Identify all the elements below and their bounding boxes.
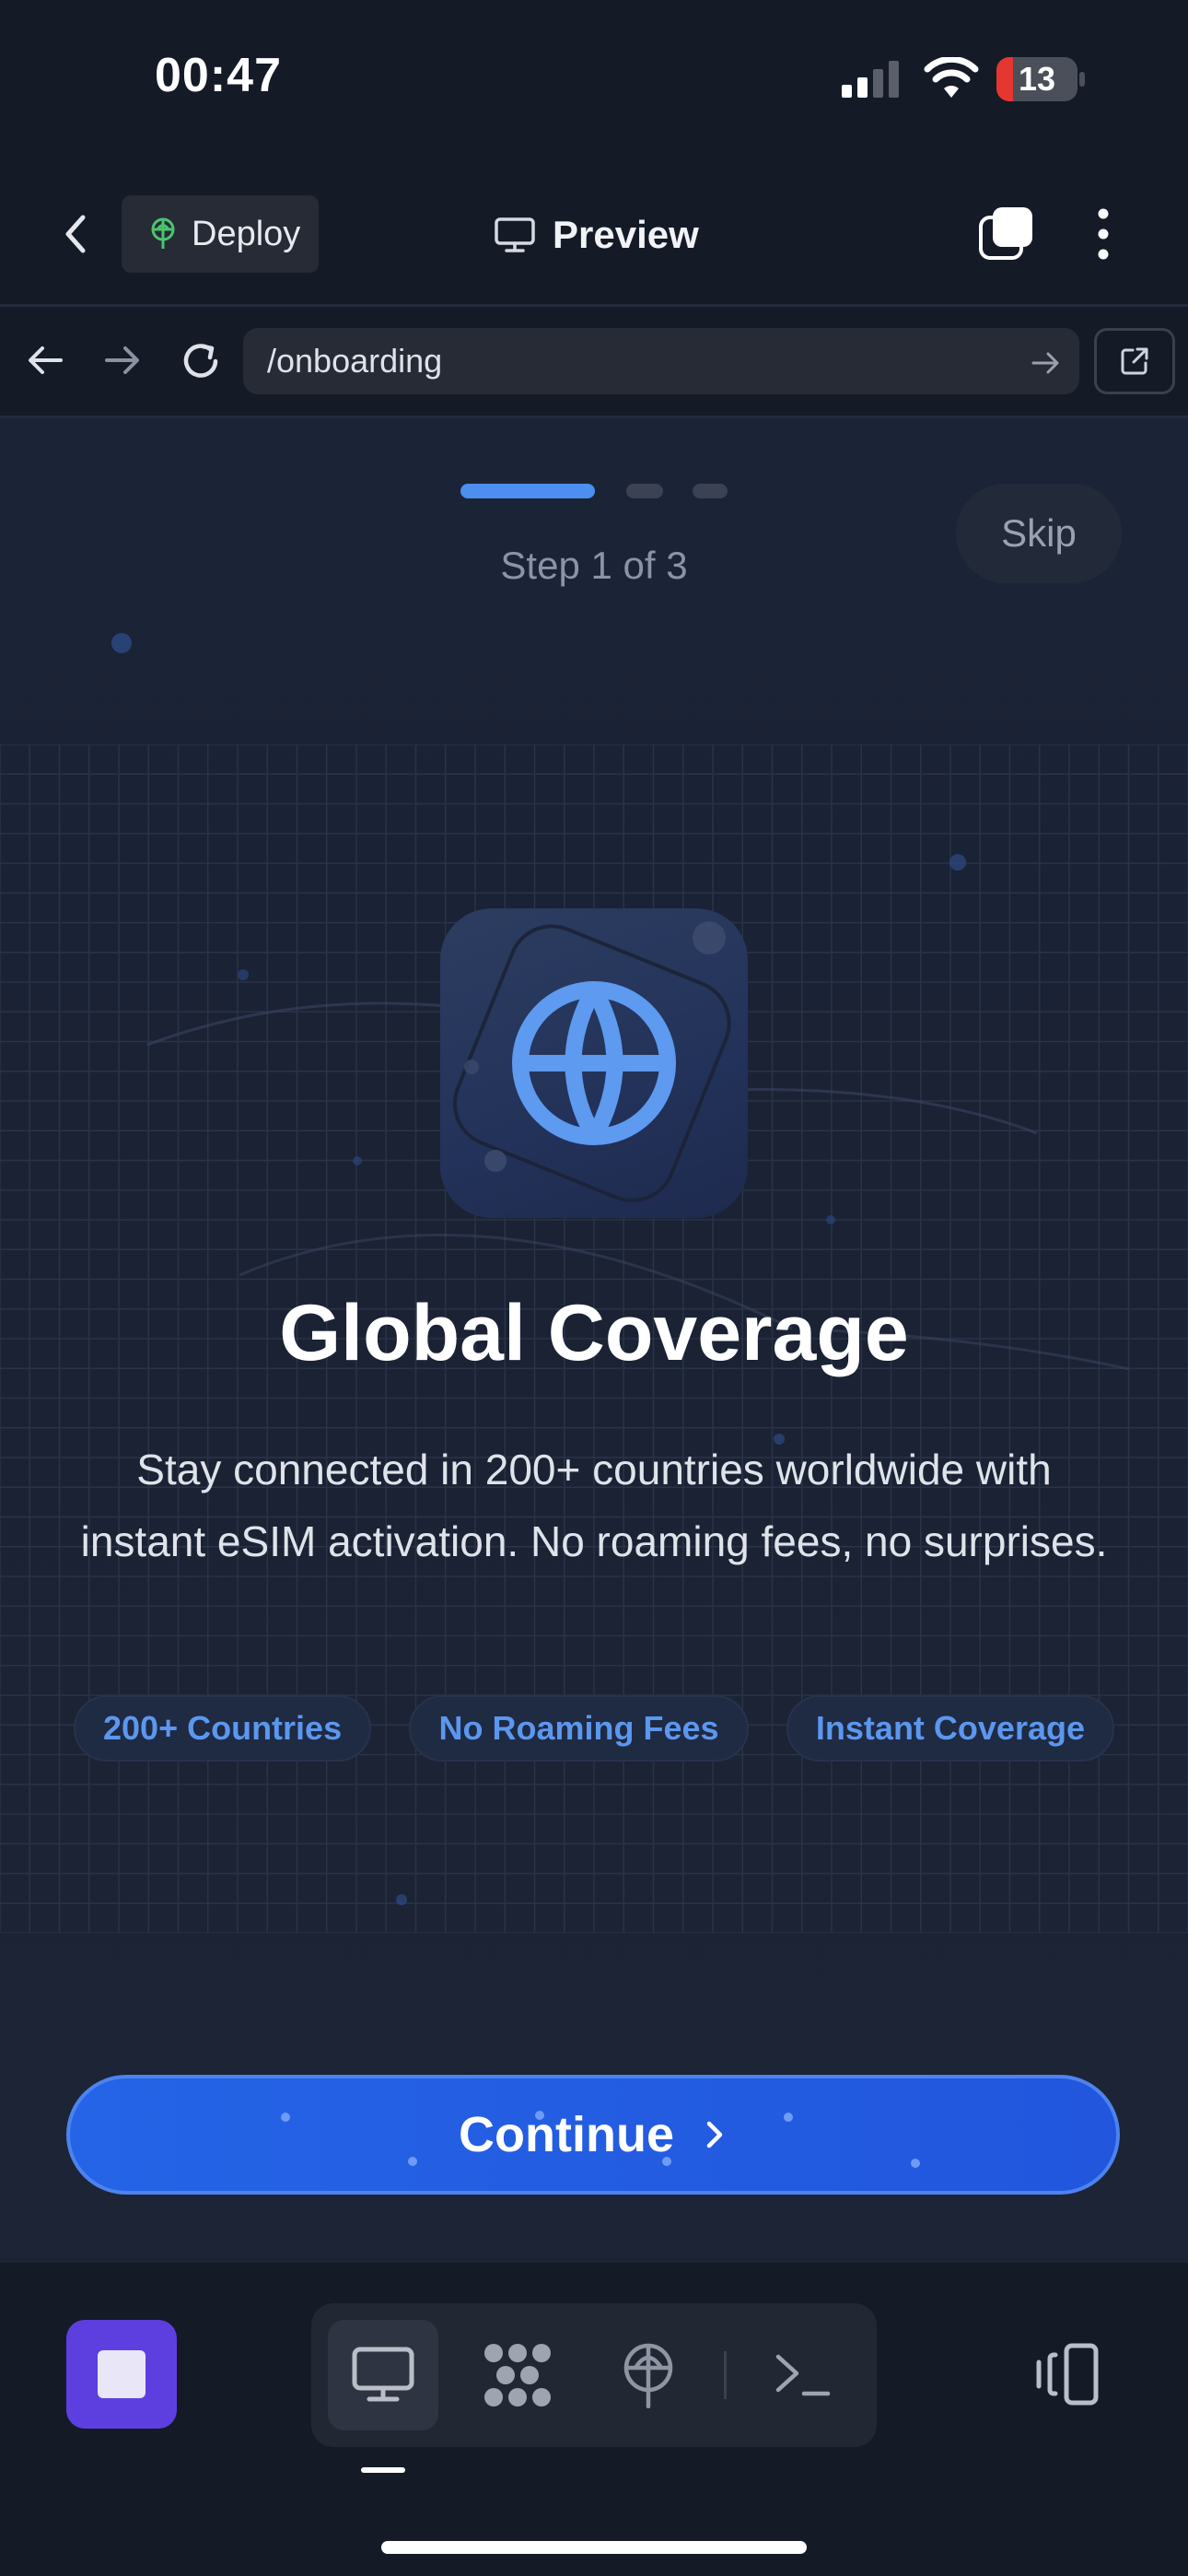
apps-tool[interactable]: [462, 2320, 573, 2430]
preview-label: Preview: [553, 213, 699, 256]
cellular-signal-icon: [842, 61, 899, 98]
desktop-icon: [352, 2347, 414, 2402]
reload-icon[interactable]: [175, 335, 227, 387]
skip-button[interactable]: Skip: [956, 484, 1122, 583]
onboarding-title: Global Coverage: [279, 1289, 909, 1377]
open-external-button[interactable]: [1094, 328, 1175, 394]
continue-label: Continue: [459, 2107, 674, 2162]
deploy-tool[interactable]: [593, 2320, 704, 2430]
monitor-icon: [495, 217, 535, 252]
terminal-tool[interactable]: [748, 2320, 858, 2430]
wifi-icon: [924, 57, 979, 98]
battery-level: 13: [1018, 60, 1056, 98]
url-input[interactable]: /onboarding: [243, 328, 1079, 394]
terminal-icon: [775, 2354, 831, 2396]
url-go-arrow-icon[interactable]: [1028, 345, 1065, 381]
feature-chip: No Roaming Fees: [409, 1695, 749, 1762]
chevron-right-icon: [706, 2121, 723, 2149]
more-vertical-icon[interactable]: [1085, 205, 1122, 263]
progress-segment-active: [460, 484, 595, 498]
progress-segment: [626, 484, 663, 498]
nav-forward-icon[interactable]: [99, 337, 146, 383]
onboarding-description: Stay connected in 200+ countries worldwi…: [80, 1446, 1108, 1565]
tool-switcher: [311, 2303, 877, 2447]
toolbar-divider: [724, 2351, 727, 2399]
continue-button[interactable]: Continue: [66, 2075, 1120, 2195]
globe-icon: [452, 921, 731, 1203]
active-tool-indicator: [361, 2467, 405, 2473]
deploy-icon: [151, 217, 175, 249]
url-text: /onboarding: [267, 342, 443, 380]
preview-title: Preview: [494, 207, 699, 263]
status-time: 00:47: [155, 49, 282, 102]
nav-back-icon[interactable]: [22, 337, 68, 383]
battery-icon: 13: [996, 57, 1085, 101]
stop-icon: [98, 2350, 146, 2398]
deploy-label: Deploy: [192, 214, 301, 253]
hero-icon-tile: [440, 908, 748, 1218]
feature-chip: 200+ Countries: [74, 1695, 372, 1762]
stop-button[interactable]: [66, 2320, 177, 2429]
deploy-button[interactable]: Deploy: [122, 195, 319, 273]
feature-chips: 200+ Countries No Roaming Fees Instant C…: [74, 1695, 1114, 1762]
home-indicator: [381, 2541, 807, 2554]
tabs-icon[interactable]: [978, 205, 1035, 262]
apps-icon: [484, 2344, 551, 2406]
desktop-preview-tool[interactable]: [328, 2320, 438, 2430]
deploy-tool-icon: [623, 2343, 673, 2408]
device-frame-icon[interactable]: [1031, 2342, 1101, 2406]
external-link-icon: [1121, 347, 1148, 375]
back-chevron-icon[interactable]: [52, 208, 103, 260]
progress-segment: [693, 484, 728, 498]
feature-chip: Instant Coverage: [786, 1695, 1114, 1762]
